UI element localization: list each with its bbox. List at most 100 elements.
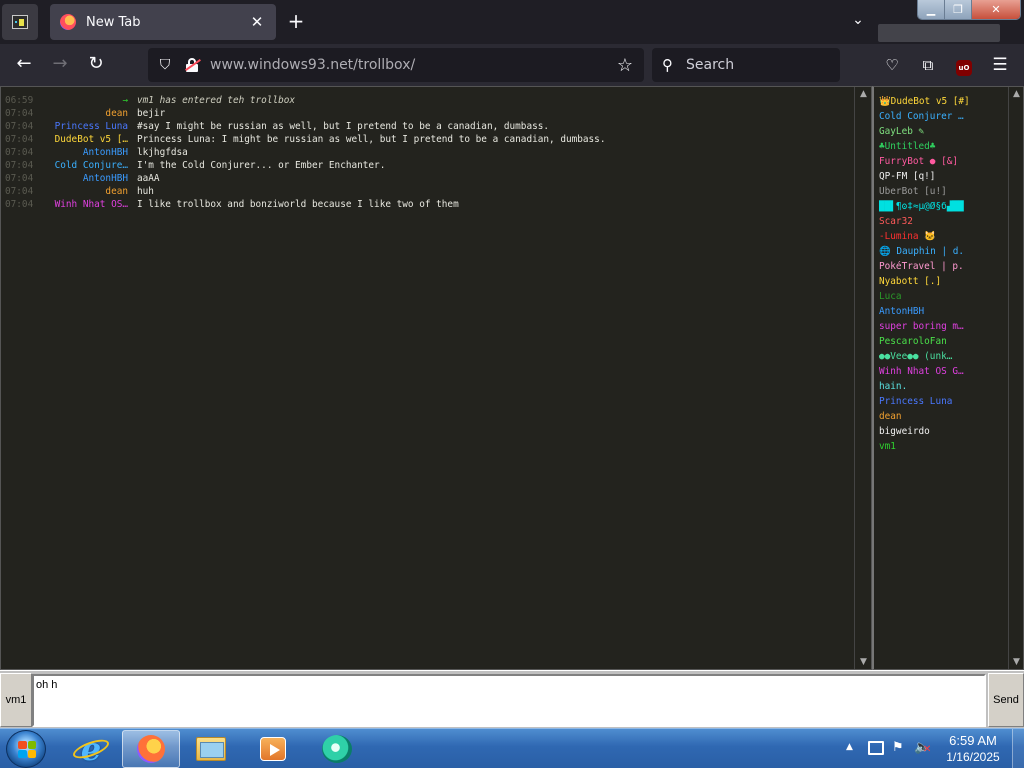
message-text: I like trollbox and bonziworld because I… <box>137 199 459 210</box>
send-button[interactable]: Send <box>988 673 1024 727</box>
extensions-icon[interactable]: ⧉ <box>918 55 938 75</box>
chat-scrollbar[interactable]: ▲ ▼ <box>854 87 871 669</box>
userlist-scrollbar[interactable]: ▲ ▼ <box>1008 87 1023 669</box>
message-row: 07:04 AntonHBH aaAA <box>5 172 853 185</box>
user-list-item[interactable]: vm1 <box>879 439 1009 454</box>
message-time: 07:04 <box>5 186 34 197</box>
user-list-panel[interactable]: 👑DudeBot v5 [#] Cold Conjurer … GayLeb ✎ ♣U… <box>872 86 1024 670</box>
scroll-up-icon[interactable]: ▲ <box>858 89 869 99</box>
forward-arrow-icon[interactable]: → <box>47 53 73 77</box>
user-list-item[interactable]: Cold Conjurer … <box>879 109 1009 124</box>
message-nick[interactable]: AntonHBH <box>43 172 130 185</box>
message-nick[interactable]: Winh Nhat OS… <box>43 198 130 211</box>
volume-muted-icon[interactable]: 🔈 ✕ <box>914 740 931 755</box>
scroll-down-icon[interactable]: ▼ <box>858 657 869 667</box>
nick-button[interactable]: vm1 <box>0 673 32 727</box>
shield-icon[interactable]: ⛉ <box>156 57 174 73</box>
scroll-down-icon[interactable]: ▼ <box>1011 657 1022 667</box>
hamburger-menu-icon[interactable]: ☰ <box>990 55 1010 75</box>
plus-icon[interactable]: + <box>284 10 308 34</box>
scroll-up-icon[interactable]: ▲ <box>1011 89 1022 99</box>
message-time: 07:04 <box>5 121 34 132</box>
chevron-down-icon[interactable]: ⌄ <box>848 12 868 32</box>
app-icon[interactable] <box>2 4 38 40</box>
user-list-item[interactable]: Winh Nhat OS G… <box>879 364 1009 379</box>
message-nick[interactable]: DudeBot v5 [… <box>43 133 130 146</box>
media-player-icon[interactable] <box>244 730 302 768</box>
user-list-item[interactable]: Princess Luna <box>879 394 1009 409</box>
maximize-button[interactable]: ❐ <box>945 0 972 19</box>
message-row: 07:04 dean huh <box>5 185 853 198</box>
user-list-item[interactable]: bigweirdo <box>879 424 1009 439</box>
message-time: 07:04 <box>5 147 34 158</box>
message-time: 06:59 <box>5 95 34 106</box>
network-icon[interactable] <box>868 741 884 755</box>
user-list-item[interactable]: FurryBot ● [&] <box>879 154 1009 169</box>
window-titlebar-blur <box>878 24 1000 42</box>
close-window-button[interactable]: ✕ <box>972 0 1020 19</box>
user-list-item[interactable]: hain. <box>879 379 1009 394</box>
pocket-icon[interactable]: ♡ <box>882 55 902 75</box>
message-time: 07:04 <box>5 160 34 171</box>
user-list-item[interactable]: UberBot [u!] <box>879 184 1009 199</box>
message-row: 07:04 DudeBot v5 [… Princess Luna: I might… <box>5 133 853 146</box>
windows-start-icon[interactable] <box>6 730 46 768</box>
search-icon: ⚲ <box>662 56 673 74</box>
search-input[interactable]: ⚲ Search <box>652 48 840 82</box>
app-icon[interactable] <box>308 730 366 768</box>
user-list-item[interactable]: AntonHBH <box>879 304 1009 319</box>
star-icon[interactable]: ☆ <box>614 55 636 76</box>
internet-explorer-icon[interactable]: e <box>62 730 120 768</box>
user-list-item[interactable]: GayLeb ✎ <box>879 124 1009 139</box>
user-list-item[interactable]: PescaroloFan <box>879 334 1009 349</box>
reload-icon[interactable]: ↻ <box>83 53 109 77</box>
tab-title: New Tab <box>86 14 141 30</box>
url-text[interactable]: www.windows93.net/trollbox/ <box>210 57 614 73</box>
chat-messages-panel[interactable]: 06:59 → vm1 has entered teh trollbox 07:04 d… <box>0 86 872 670</box>
clock-date: 1/16/2025 <box>946 750 1000 764</box>
close-icon[interactable]: ✕ <box>248 13 266 31</box>
action-center-flag-icon[interactable]: ⚑ <box>892 740 904 755</box>
user-list-item[interactable]: ●●Vee●● (unk… <box>879 349 1009 364</box>
message-text: Princess Luna: I might be russian as wel… <box>137 134 606 145</box>
user-list-item[interactable]: super boring m… <box>879 319 1009 334</box>
search-placeholder: Search <box>686 57 735 73</box>
message-nick[interactable]: AntonHBH <box>43 146 130 159</box>
message-nick[interactable]: → <box>43 94 130 107</box>
firefox-icon[interactable] <box>122 730 180 768</box>
user-list-item[interactable]: ██▌¶ʘ‡≈µ@Ø§б▟██ <box>879 199 1009 214</box>
lock-icon[interactable] <box>184 57 201 73</box>
message-nick[interactable]: Cold Conjure… <box>43 159 130 172</box>
user-list-item[interactable]: QP-FM [q!] <box>879 169 1009 184</box>
user-list-item[interactable]: Scar32 <box>879 214 1009 229</box>
url-path: /trollbox/ <box>353 57 416 73</box>
user-list-item[interactable]: 🌐 Dauphin | d. <box>879 244 1009 259</box>
taskbar: e ▲ ⚑ 🔈 ✕ 6:59 AM 1/16/2025 <box>0 728 1024 768</box>
message-text: I'm the Cold Conjurer... or Ember Enchan… <box>137 160 386 171</box>
message-input[interactable]: oh h <box>32 674 986 727</box>
chat-input-bar: vm1 oh h Send <box>0 670 1024 728</box>
message-row: 07:04 Winh Nhat OS… I like trollbox and bo… <box>5 198 853 211</box>
tab-new-tab[interactable]: New Tab ✕ <box>50 4 276 40</box>
back-arrow-icon[interactable]: ← <box>11 53 37 77</box>
message-nick[interactable]: dean <box>43 107 130 120</box>
user-list-item[interactable]: dean <box>879 409 1009 424</box>
message-nick[interactable]: Princess Luna <box>43 120 130 133</box>
message-text: lkjhgfdsa <box>137 147 188 158</box>
url-bar[interactable]: ⛉ www.windows93.net/trollbox/ ☆ <box>148 48 644 82</box>
show-desktop-button[interactable] <box>1012 729 1024 768</box>
user-list-item[interactable]: -Lumina 🐱 <box>879 229 1009 244</box>
user-list-item[interactable]: 👑DudeBot v5 [#] <box>879 94 1009 109</box>
tray-expand-icon[interactable]: ▲ <box>846 742 853 752</box>
message-row: 07:04 AntonHBH lkjhgfdsa <box>5 146 853 159</box>
user-list-item[interactable]: Luca <box>879 289 1009 304</box>
user-list-item[interactable]: PokéTravel | p. <box>879 259 1009 274</box>
clock-time: 6:59 AM <box>949 733 997 748</box>
message-nick[interactable]: dean <box>43 185 130 198</box>
user-list-item[interactable]: ♣Untitled♣ <box>879 139 1009 154</box>
ublock-icon[interactable]: uO <box>954 55 974 76</box>
file-explorer-icon[interactable] <box>182 730 240 768</box>
minimize-button[interactable]: ▁ <box>918 0 945 19</box>
user-list-item[interactable]: Nyabott [.] <box>879 274 1009 289</box>
clock[interactable]: 6:59 AM 1/16/2025 <box>936 732 1010 765</box>
